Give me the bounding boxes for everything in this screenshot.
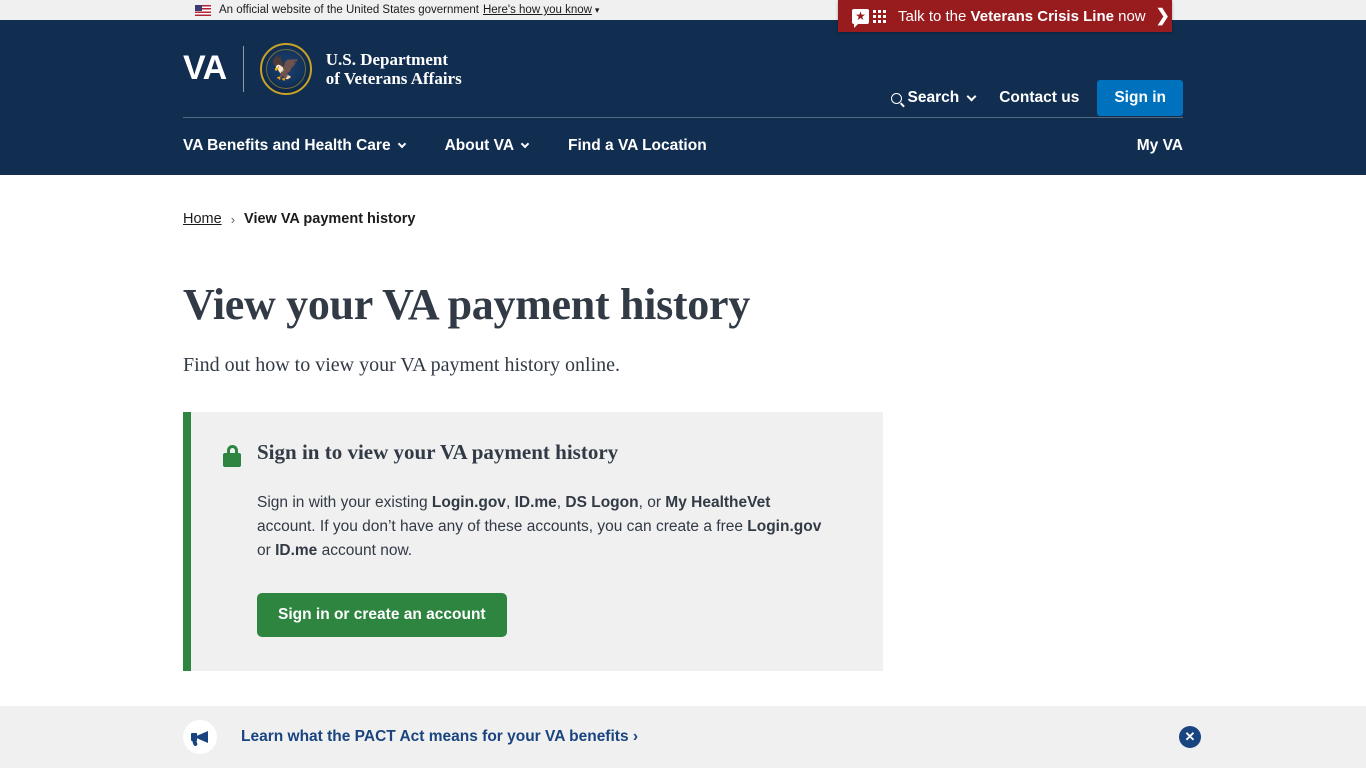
crisis-emphasis: Veterans Crisis Line: [970, 7, 1114, 25]
chevron-right-icon: ❯: [1155, 6, 1170, 25]
department-name: U.S. Department of Veterans Affairs: [326, 50, 462, 88]
chevron-down-icon: [520, 139, 530, 149]
search-icon: [890, 92, 902, 104]
official-banner-text: An official website of the United States…: [219, 4, 479, 16]
sign-in-button[interactable]: Sign in: [1097, 80, 1183, 116]
breadcrumb-home-link[interactable]: Home: [183, 211, 222, 227]
alert-text-6: or: [257, 542, 276, 559]
breadcrumb-separator-icon: ›: [230, 211, 236, 227]
chevron-down-icon[interactable]: ▾: [595, 5, 600, 16]
alert-provider-login-gov-2: Login.gov: [747, 518, 822, 535]
nav-label: VA Benefits and Health Care: [183, 136, 391, 154]
site-header: VA 🦅 U.S. Department of Veterans Affairs…: [0, 20, 1366, 175]
alert-text-2: ,: [505, 494, 515, 511]
alert-text-5: account. If you don’t have any of these …: [257, 518, 748, 535]
lock-icon: [223, 445, 241, 467]
crisis-prefix: Talk to the: [898, 7, 971, 25]
alert-provider-id-me-2: ID.me: [275, 542, 318, 559]
breadcrumb-current-page: View VA payment history: [244, 211, 416, 227]
crisis-chat-icon: ★: [852, 8, 886, 28]
breadcrumb: Home › View VA payment history: [183, 211, 1183, 227]
alert-provider-ds-logon: DS Logon: [565, 494, 639, 511]
megaphone-icon: [183, 720, 217, 754]
nav-label: Find a VA Location: [568, 136, 707, 154]
page-subtitle: Find out how to view your VA payment his…: [183, 354, 621, 376]
us-flag-icon: [195, 4, 211, 16]
pact-act-promo-banner: Learn what the PACT Act means for your V…: [0, 706, 1366, 768]
sign-in-or-create-account-button[interactable]: Sign in or create an account: [257, 593, 507, 637]
main-content: Home › View VA payment history View your…: [0, 175, 1366, 671]
heres-how-you-know-link[interactable]: Here's how you know: [483, 4, 592, 16]
crisis-suffix: now: [1113, 7, 1146, 25]
alert-text-7: account now.: [317, 542, 413, 559]
main-navigation: VA Benefits and Health Care About VA Fin…: [183, 117, 1183, 174]
va-home-logo[interactable]: VA 🦅 U.S. Department of Veterans Affairs: [183, 42, 462, 95]
logo-divider: [242, 45, 244, 92]
nav-item-va-benefits-and-health-care[interactable]: VA Benefits and Health Care: [183, 136, 406, 155]
header-utility-nav: Search Contact us Sign in: [890, 80, 1183, 116]
va-wordmark: VA: [183, 49, 227, 87]
alert-header: Sign in to view your VA payment history: [223, 440, 853, 467]
close-icon[interactable]: ✕: [1179, 726, 1201, 748]
department-line-1: U.S. Department: [325, 49, 449, 69]
alert-provider-id-me: ID.me: [514, 494, 557, 511]
nav-item-find-a-va-location[interactable]: Find a VA Location: [568, 137, 707, 155]
nav-item-my-va[interactable]: My VA: [1137, 137, 1183, 155]
department-line-2: of Veterans Affairs: [325, 68, 462, 88]
alert-provider-my-healthevet: My HealtheVet: [665, 494, 771, 511]
alert-text-4: , or: [638, 494, 666, 511]
search-button[interactable]: Search: [890, 89, 977, 107]
nav-item-about-va[interactable]: About VA: [444, 136, 530, 155]
chevron-down-icon: [966, 91, 977, 102]
alert-title: Sign in to view your VA payment history: [257, 440, 619, 464]
sign-in-alert-box: Sign in to view your VA payment history …: [183, 412, 883, 671]
veterans-crisis-line-banner[interactable]: ★ Talk to the Veterans Crisis Line now ❯: [838, 0, 1172, 32]
va-seal-icon: 🦅: [259, 42, 312, 95]
alert-text-1: Sign in with your existing: [257, 494, 432, 511]
alert-body-text: Sign in with your existing Login.gov, ID…: [257, 491, 822, 563]
crisis-line-text: Talk to the Veterans Crisis Line now: [898, 8, 1146, 25]
nav-label: About VA: [444, 136, 515, 154]
contact-us-link[interactable]: Contact us: [999, 89, 1079, 107]
alert-provider-login-gov: Login.gov: [431, 494, 506, 511]
pact-act-link[interactable]: Learn what the PACT Act means for your V…: [241, 728, 638, 746]
search-label: Search: [907, 89, 960, 106]
chevron-down-icon: [397, 139, 406, 149]
page-title: View your VA payment history: [183, 280, 750, 329]
